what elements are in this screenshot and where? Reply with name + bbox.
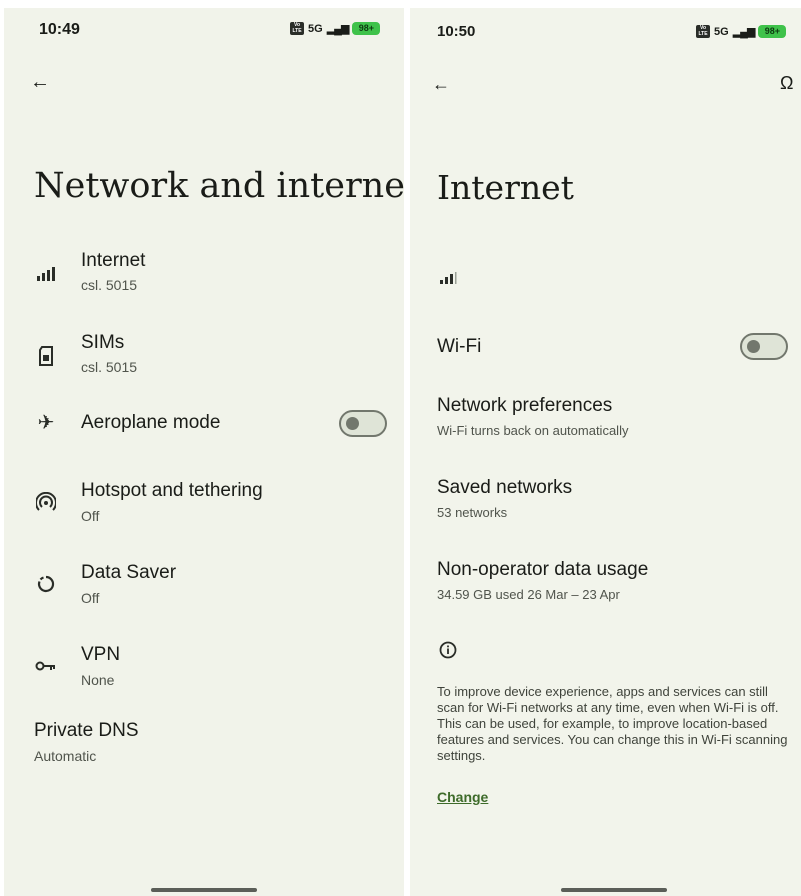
home-indicator[interactable] (561, 888, 667, 892)
hotspot-item[interactable]: Hotspot and tethering Off (4, 476, 404, 536)
home-indicator[interactable] (151, 888, 257, 892)
network-type: 5G (308, 22, 323, 35)
battery-icon: 98+ (352, 22, 381, 35)
status-icons: Vo LTE 5G ▂▄▆ 98+ (290, 22, 381, 35)
internet-title: Internet (81, 250, 146, 271)
wifi-scanning-info-text: To improve device experience, apps and s… (437, 684, 788, 763)
private-dns-item[interactable]: Private DNS Automatic (4, 720, 404, 780)
saved-networks-item[interactable]: Saved networks 53 networks (410, 475, 801, 525)
wifi-title: Wi-Fi (437, 336, 482, 357)
sims-item[interactable]: SIMs csl. 5015 (4, 330, 404, 390)
toggle-knob (346, 417, 359, 430)
data-usage-subtitle: 34.59 GB used 26 Mar – 23 Apr (437, 587, 620, 602)
aeroplane-mode-title: Aeroplane mode (81, 412, 221, 433)
private-dns-title: Private DNS (34, 720, 139, 741)
network-internet-screen: 10:49 Vo LTE 5G ▂▄▆ 98+ ← Network and int… (4, 8, 404, 896)
network-preferences-subtitle: Wi-Fi turns back on automatically (437, 423, 629, 438)
internet-item[interactable]: Internet csl. 5015 (4, 248, 404, 308)
hotspot-subtitle: Off (81, 508, 100, 524)
data-saver-item[interactable]: Data Saver Off (4, 558, 404, 618)
status-icons: Vo LTE 5G ▂▄▆ 98+ (696, 25, 787, 38)
saved-networks-subtitle: 53 networks (437, 505, 508, 520)
airplane-icon: ✈ (37, 411, 55, 434)
network-preferences-item[interactable]: Network preferences Wi-Fi turns back on … (410, 393, 801, 443)
status-bar: 10:49 Vo LTE 5G ▂▄▆ 98+ (4, 8, 404, 52)
wifi-toggle[interactable] (740, 333, 788, 360)
data-saver-icon (34, 572, 58, 596)
data-saver-title: Data Saver (81, 562, 177, 583)
internet-screen: 10:50 Vo LTE 5G ▂▄▆ 98+ ← Ω Internet Wi-F… (410, 8, 801, 896)
aeroplane-mode-item[interactable]: ✈ Aeroplane mode (4, 404, 404, 444)
internet-subtitle: csl. 5015 (81, 277, 138, 293)
info-icon (436, 638, 460, 662)
sim-card-icon (34, 344, 58, 368)
non-operator-data-usage-item[interactable]: Non-operator data usage 34.59 GB used 26… (410, 557, 801, 607)
network-type: 5G (714, 25, 729, 38)
signal-icon (34, 262, 58, 286)
page-title: Network and internet (34, 166, 404, 206)
vpn-key-icon (34, 654, 58, 678)
signal-strength-icon: ▂▄▆ (732, 26, 756, 38)
battery-icon: 98+ (758, 25, 787, 38)
help-icon[interactable]: Ω (780, 74, 793, 92)
status-bar: 10:50 Vo LTE 5G ▂▄▆ 98+ (410, 8, 801, 52)
hotspot-title: Hotspot and tethering (81, 480, 263, 501)
sims-subtitle: csl. 5015 (81, 359, 138, 375)
toggle-knob (747, 340, 760, 353)
status-time: 10:50 (437, 23, 476, 40)
data-saver-subtitle: Off (81, 590, 100, 606)
signal-strength-icon: ▂▄▆ (326, 23, 350, 35)
sims-title: SIMs (81, 332, 125, 353)
vpn-title: VPN (81, 644, 121, 665)
saved-networks-title: Saved networks (437, 477, 573, 498)
volte-icon: Vo LTE (696, 25, 710, 38)
vpn-item[interactable]: VPN None (4, 640, 404, 700)
network-preferences-title: Network preferences (437, 395, 613, 416)
change-link[interactable]: Change (437, 789, 488, 805)
private-dns-subtitle: Automatic (34, 748, 97, 764)
wifi-item[interactable]: Wi-Fi (410, 328, 801, 368)
vpn-subtitle: None (81, 672, 115, 688)
back-arrow-icon[interactable]: ← (432, 75, 450, 93)
status-time: 10:49 (39, 21, 80, 38)
back-arrow-icon[interactable]: ← (30, 72, 50, 92)
aeroplane-mode-toggle[interactable] (339, 410, 387, 437)
signal-icon (436, 266, 460, 290)
volte-icon: Vo LTE (290, 22, 304, 35)
data-usage-title: Non-operator data usage (437, 559, 649, 580)
hotspot-icon (34, 490, 58, 514)
page-title: Internet (437, 168, 574, 207)
